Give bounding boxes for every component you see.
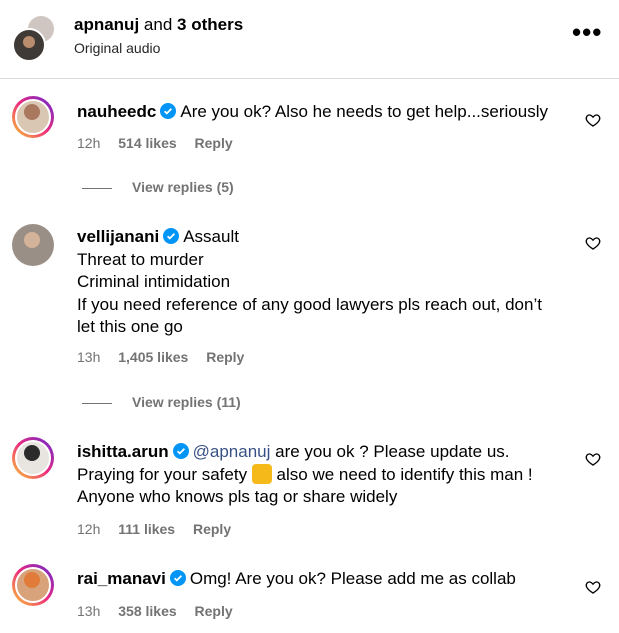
reply-button[interactable]: Reply	[193, 521, 231, 537]
like-heart-icon[interactable]	[585, 235, 601, 251]
like-heart-icon[interactable]	[585, 579, 601, 595]
reply-button[interactable]: Reply	[195, 603, 233, 619]
comment-likes[interactable]: 358 likes	[118, 603, 176, 619]
verified-badge-icon	[172, 443, 189, 459]
comment-time[interactable]: 13h	[77, 349, 100, 365]
view-replies-button[interactable]: View replies (11)	[82, 394, 241, 410]
divider	[82, 187, 112, 189]
comment-body: let this one go	[77, 317, 183, 336]
header-others[interactable]: 3 others	[177, 15, 243, 34]
verified-badge-icon	[169, 570, 186, 586]
header-and: and	[143, 15, 173, 34]
more-options-icon[interactable]: •••	[572, 19, 602, 45]
comment-text: vellijanani Assault Threat to murder Crim…	[77, 226, 542, 339]
comment-likes[interactable]: 514 likes	[118, 135, 176, 151]
comment-body: Praying for your safety	[77, 464, 248, 484]
comment-body: If you need reference of any good lawyer…	[77, 294, 542, 314]
view-replies-button[interactable]: View replies (5)	[82, 179, 234, 195]
audio-label[interactable]: Original audio	[74, 40, 160, 56]
like-heart-icon[interactable]	[585, 112, 601, 128]
praying-hands-emoji-icon	[251, 463, 272, 484]
comment-text: rai_manavi Omg! Are you ok? Please add me…	[77, 568, 516, 591]
comment-body: also we need to identify this man !	[276, 464, 533, 484]
reply-button[interactable]: Reply	[195, 135, 233, 151]
avatar[interactable]	[12, 224, 54, 266]
avatar[interactable]	[12, 96, 54, 138]
like-heart-icon[interactable]	[585, 451, 601, 467]
comment-body: Threat to murder	[77, 249, 204, 269]
comment-meta: 13h 358 likes Reply	[77, 603, 247, 619]
comment-username[interactable]: ishitta.arun	[77, 442, 169, 461]
comment-meta: 12h 514 likes Reply	[77, 135, 247, 151]
comment-time[interactable]: 12h	[77, 135, 100, 151]
view-replies-label[interactable]: View replies (5)	[132, 179, 234, 195]
comment-meta: 13h 1,405 likes Reply	[77, 349, 258, 365]
comment-likes[interactable]: 111 likes	[118, 521, 175, 537]
avatar[interactable]	[12, 28, 46, 62]
comment-time[interactable]: 12h	[77, 521, 100, 537]
reply-button[interactable]: Reply	[206, 349, 244, 365]
comment-body: Assault	[183, 227, 239, 246]
comment-username[interactable]: vellijanani	[77, 227, 159, 246]
comment-body: Anyone who knows pls tag or share widely	[77, 487, 398, 506]
comment-body: are you ok ? Please update us.	[275, 442, 510, 461]
verified-badge-icon	[160, 103, 177, 119]
divider	[82, 402, 112, 404]
comment-time[interactable]: 13h	[77, 603, 100, 619]
avatar[interactable]	[12, 437, 54, 479]
view-replies-label[interactable]: View replies (11)	[132, 394, 241, 410]
comment-username[interactable]: nauheedc	[77, 102, 156, 121]
comment-username[interactable]: rai_manavi	[77, 569, 166, 588]
comment-meta: 12h 111 likes Reply	[77, 521, 245, 537]
header-username[interactable]: apnanuj	[74, 15, 139, 34]
comment-likes[interactable]: 1,405 likes	[118, 349, 188, 365]
comment-text: nauheedc Are you ok? Also he needs to get…	[77, 101, 548, 124]
post-header: apnanuj and 3 others Original audio •••	[0, 0, 619, 79]
mention-link[interactable]: @apnanuj	[193, 442, 271, 461]
comment-text: ishitta.arun @apnanuj are you ok ? Please…	[77, 441, 533, 509]
comment-body: Are you ok? Also he needs to get help...…	[180, 102, 548, 121]
verified-badge-icon	[163, 228, 180, 244]
header-title: apnanuj and 3 others	[74, 15, 243, 35]
comment-body: Criminal intimidation	[77, 272, 231, 291]
avatar[interactable]	[12, 564, 54, 606]
collab-avatars[interactable]	[12, 14, 56, 62]
comment-body: Omg! Are you ok? Please add me as collab	[189, 569, 516, 588]
